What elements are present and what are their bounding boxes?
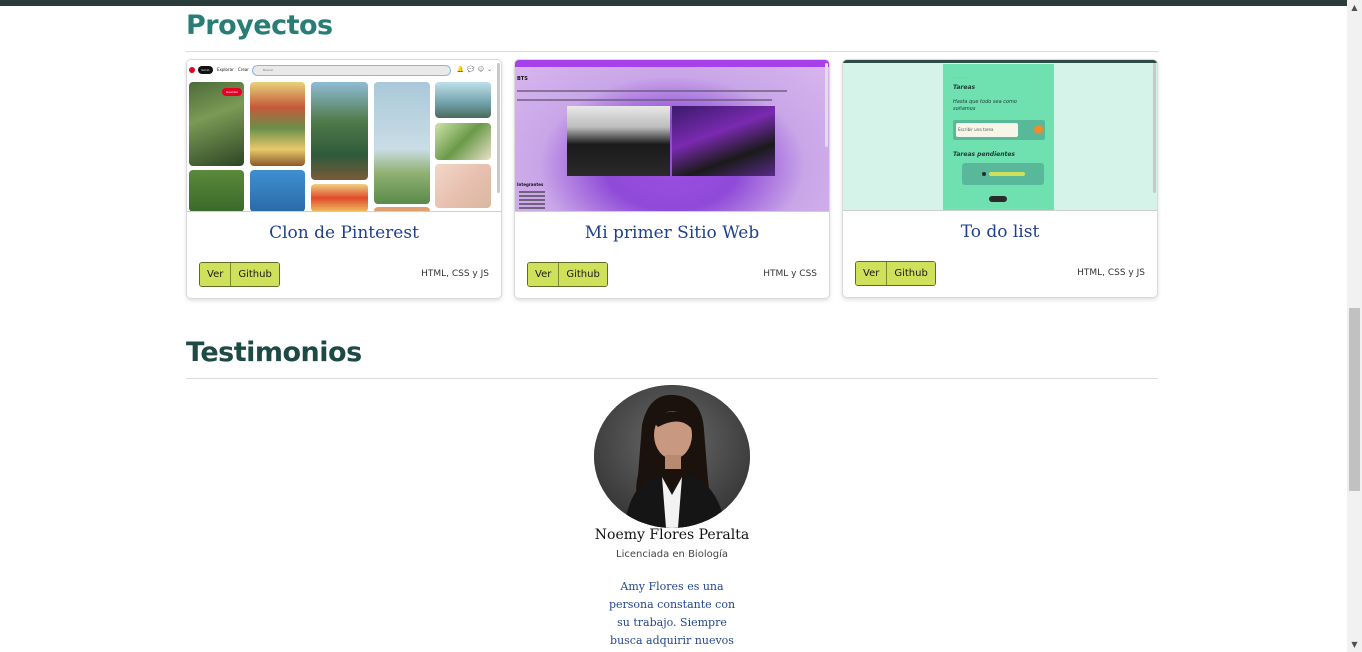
- preview-pin-pastel: [435, 164, 491, 208]
- project-card-todo: · · · · · · · · Tareas Hasta que todo se…: [842, 59, 1158, 298]
- preview-input-row: Escribir una tarea: [953, 120, 1045, 140]
- preview-nav-icons: 🔔💬☺⌄: [456, 66, 495, 73]
- project-tech: HTML y CSS: [763, 269, 817, 279]
- view-button[interactable]: Ver: [200, 263, 231, 286]
- avatar-portrait: [594, 385, 750, 528]
- preview-pin-leaves: [189, 170, 244, 211]
- preview-member-item: [519, 191, 545, 193]
- project-title: Mi primer Sitio Web: [584, 223, 760, 243]
- project-preview-pinterest[interactable]: Inicio Explorar Crear Buscar 🔔💬☺⌄ Guarda…: [187, 60, 501, 212]
- preview-scrollbar: [825, 63, 828, 147]
- preview-task-input: Escribir una tarea: [956, 123, 1018, 137]
- page-scrollbar[interactable]: ▲ ▼: [1347, 0, 1362, 652]
- scroll-down-icon[interactable]: ▼: [1347, 637, 1362, 652]
- preview-group-photo-stage: [672, 106, 775, 176]
- project-tech: HTML, CSS y JS: [1077, 268, 1145, 278]
- github-button[interactable]: Github: [230, 263, 279, 286]
- preview-save-button: Guardar: [222, 88, 242, 96]
- scrollbar-thumb[interactable]: [1349, 308, 1360, 491]
- preview-nav-home: Inicio: [198, 66, 213, 74]
- preview-pin-partial: [374, 207, 430, 211]
- preview-small-text: · · · · · · · ·: [953, 75, 968, 79]
- preview-task-bullet-icon: [982, 172, 986, 176]
- preview-scrollbar: [497, 63, 500, 193]
- preview-pin-poster: [311, 184, 368, 211]
- preview-member-item: [519, 207, 545, 209]
- top-bar: [0, 0, 1347, 6]
- preview-member-item: [519, 195, 545, 197]
- preview-pin-trees: [311, 82, 368, 180]
- preview-search: Buscar: [252, 65, 451, 76]
- preview-text-line: [517, 99, 772, 101]
- preview-member-item: [519, 199, 545, 201]
- projects-heading: Proyectos: [186, 10, 333, 41]
- preview-pill: [989, 196, 1007, 202]
- testimonials-heading: Testimonios: [186, 337, 362, 368]
- preview-members-heading: Integrantes: [517, 182, 544, 187]
- testimonial-role: Licenciada en Biología: [616, 549, 728, 560]
- project-preview-bts[interactable]: BTS Integrantes: [515, 60, 829, 212]
- preview-add-icon: [1034, 125, 1043, 134]
- project-actions: Ver Github: [855, 261, 936, 286]
- preview-text-line: [517, 90, 787, 92]
- preview-pin-forest: Guardar: [189, 82, 244, 166]
- preview-pin-zelda-art: [250, 82, 305, 166]
- view-button[interactable]: Ver: [528, 263, 559, 286]
- preview-heading: Tareas: [953, 84, 976, 91]
- github-button[interactable]: Github: [886, 262, 935, 285]
- project-card-bts: BTS Integrantes Mi primer Sitio Web Ver …: [514, 59, 830, 299]
- testimonial-quote: Amy Flores es una persona constante con …: [608, 580, 736, 647]
- preview-app-panel: · · · · · · · · Tareas Hasta que todo se…: [943, 64, 1054, 210]
- project-card-pinterest: Inicio Explorar Crear Buscar 🔔💬☺⌄ Guarda…: [186, 59, 502, 299]
- project-title: Clon de Pinterest: [269, 223, 419, 243]
- preview-navbar: [515, 60, 829, 67]
- project-tech: HTML, CSS y JS: [421, 269, 489, 279]
- preview-pin-beach: [435, 82, 491, 118]
- pinterest-logo-icon: [189, 67, 195, 73]
- testimonial-avatar: [594, 385, 750, 528]
- project-title: To do list: [960, 222, 1040, 242]
- projects-divider: [186, 51, 1158, 52]
- preview-pin-triforce: [250, 170, 305, 211]
- scroll-up-icon[interactable]: ▲: [1347, 0, 1362, 15]
- project-preview-todo[interactable]: · · · · · · · · Tareas Hasta que todo se…: [843, 60, 1157, 211]
- preview-task-text: [989, 172, 1025, 176]
- preview-pin-flowers: [435, 123, 491, 160]
- preview-nav-create: Crear: [238, 67, 249, 72]
- preview-member-item: [519, 203, 545, 205]
- github-button[interactable]: Github: [558, 263, 607, 286]
- project-actions: Ver Github: [527, 262, 608, 287]
- testimonials-divider: [186, 378, 1158, 379]
- preview-pending-heading: Tareas pendientes: [953, 151, 1016, 158]
- preview-pin-landscape: [374, 82, 430, 204]
- preview-subheading: Hasta que todo sea como soñamos: [953, 99, 1017, 112]
- preview-group-photo: [567, 106, 670, 176]
- testimonial-name: Noemy Flores Peralta: [594, 527, 750, 543]
- project-actions: Ver Github: [199, 262, 280, 287]
- view-button[interactable]: Ver: [856, 262, 887, 285]
- preview-heading: BTS: [517, 76, 528, 82]
- preview-top-line: [843, 60, 1157, 63]
- preview-task-item: [962, 163, 1044, 185]
- preview-nav-explore: Explorar: [217, 67, 234, 72]
- preview-scrollbar: [1153, 63, 1156, 193]
- preview-navbar: Inicio Explorar Crear Buscar 🔔💬☺⌄: [187, 60, 501, 80]
